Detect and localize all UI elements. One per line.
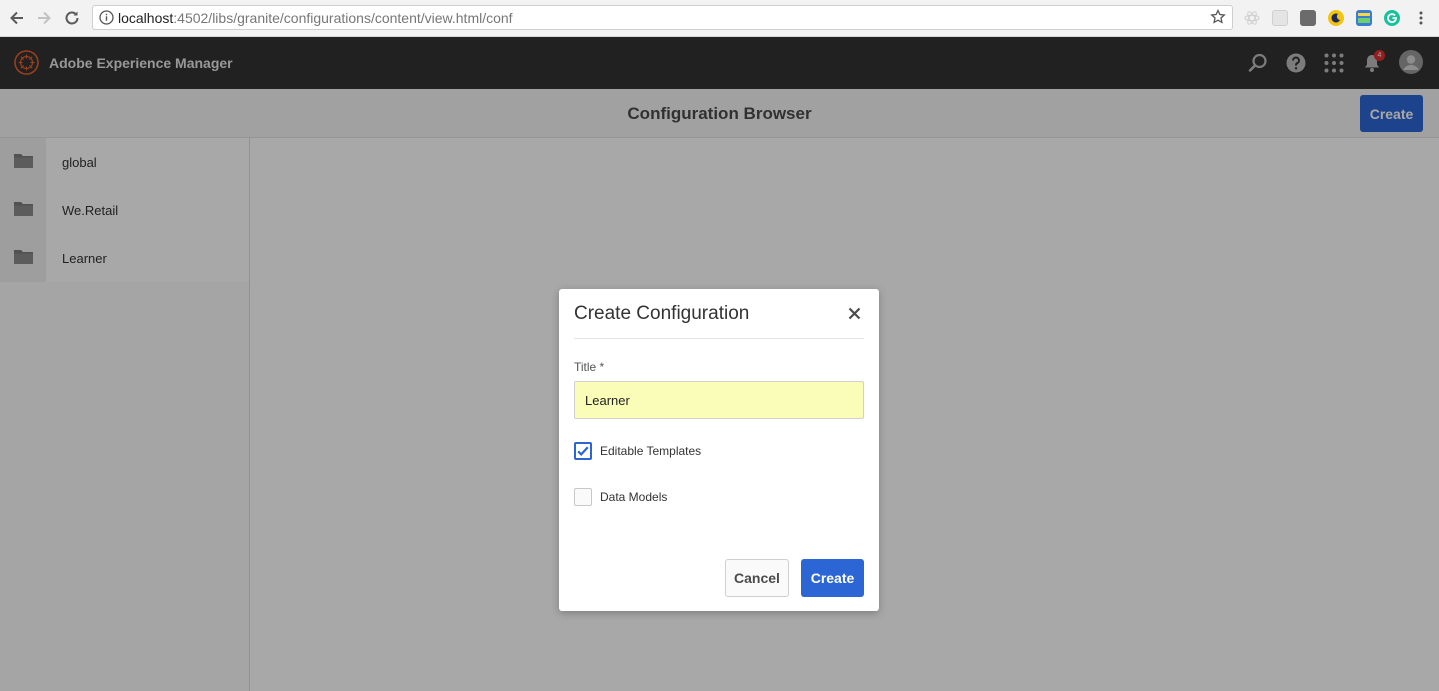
dialog-title: Create Configuration bbox=[574, 303, 750, 324]
create-configuration-dialog: Create Configuration Title * Editable Te… bbox=[559, 289, 879, 611]
url-path: :4502/libs/granite/configurations/conten… bbox=[173, 10, 513, 26]
grid-extension-icon[interactable] bbox=[1272, 10, 1288, 26]
address-bar[interactable]: localhost:4502/libs/granite/configuratio… bbox=[92, 5, 1233, 30]
title-field-label: Title * bbox=[574, 360, 605, 374]
chrome-menu-icon[interactable] bbox=[1413, 10, 1429, 26]
pocket-extension-icon[interactable] bbox=[1300, 10, 1316, 26]
reload-icon[interactable] bbox=[62, 8, 82, 28]
editable-templates-checkbox[interactable] bbox=[574, 442, 592, 460]
back-arrow-icon[interactable] bbox=[7, 8, 27, 28]
dialog-divider bbox=[574, 338, 864, 339]
grammarly-extension-icon[interactable] bbox=[1384, 10, 1400, 26]
data-models-checkbox[interactable] bbox=[574, 488, 592, 506]
data-models-label[interactable]: Data Models bbox=[600, 490, 667, 504]
info-icon[interactable] bbox=[99, 10, 114, 25]
cancel-button[interactable]: Cancel bbox=[725, 559, 789, 597]
title-input[interactable] bbox=[574, 381, 864, 419]
editable-templates-label[interactable]: Editable Templates bbox=[600, 444, 701, 458]
dialog-create-button[interactable]: Create bbox=[801, 559, 864, 597]
checkmark-icon bbox=[577, 446, 589, 457]
highlight-extension-icon[interactable] bbox=[1356, 10, 1372, 26]
forward-arrow-icon[interactable] bbox=[34, 8, 54, 28]
url-text: localhost:4502/libs/granite/configuratio… bbox=[118, 10, 513, 26]
moon-extension-icon[interactable] bbox=[1328, 10, 1344, 26]
react-extension-icon[interactable] bbox=[1244, 10, 1260, 26]
close-icon[interactable] bbox=[848, 307, 861, 320]
bookmark-star-icon[interactable] bbox=[1210, 9, 1226, 25]
browser-toolbar: localhost:4502/libs/granite/configuratio… bbox=[0, 0, 1439, 37]
url-host: localhost bbox=[118, 10, 174, 26]
